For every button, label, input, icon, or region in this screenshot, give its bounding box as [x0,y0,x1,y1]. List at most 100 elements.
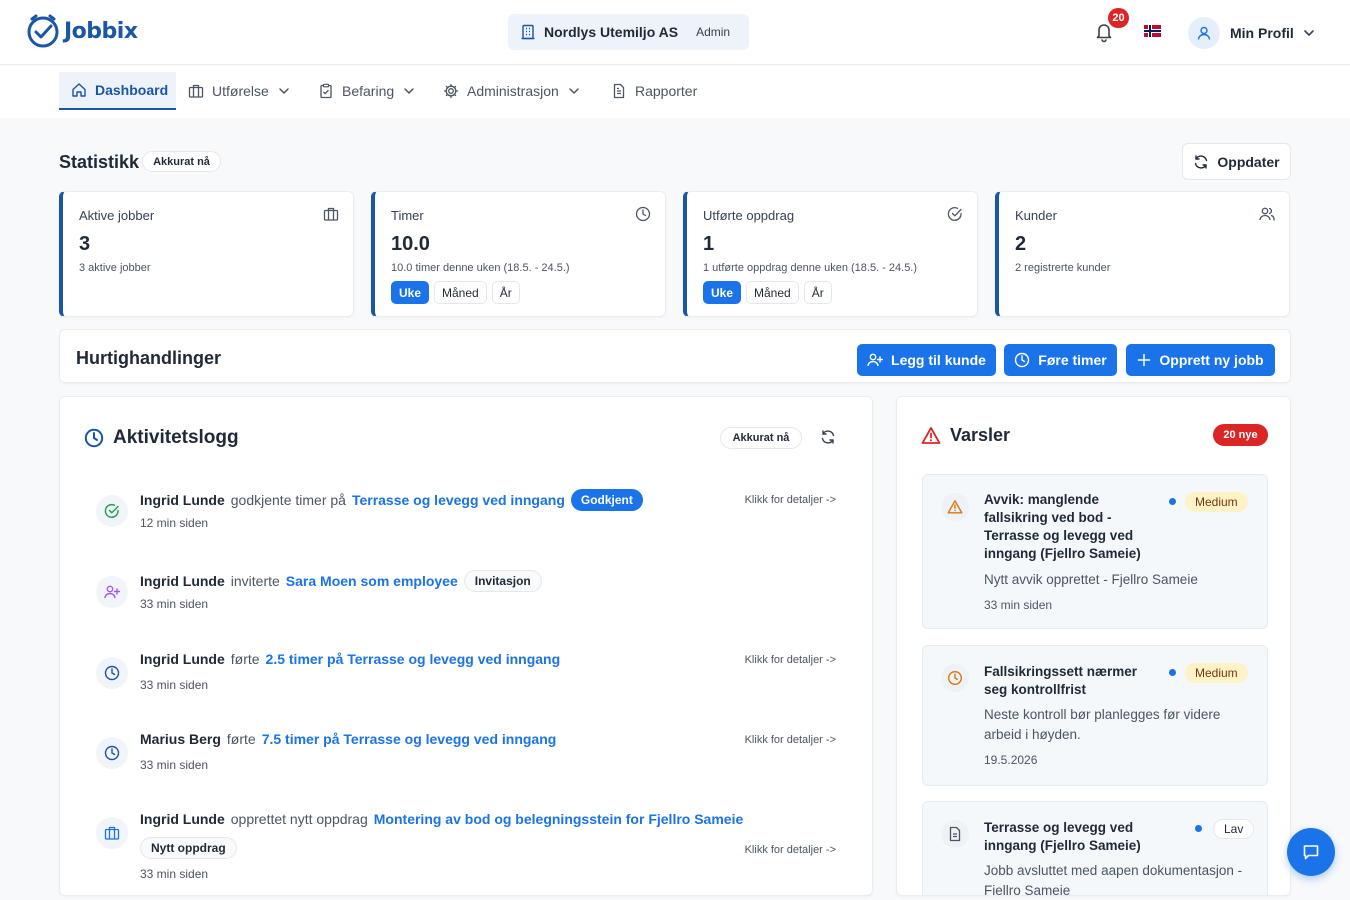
period-year-button[interactable]: År [491,281,520,304]
add-customer-button[interactable]: Legg til kunde [857,344,996,376]
activity-text: Ingrid Lunde opprettet nytt oppdrag Mont… [140,811,743,827]
tab-administrasjon[interactable]: Administrasjon [443,72,581,110]
clipboard-icon [318,83,334,99]
warning-icon [941,493,969,521]
alert-time: 33 min siden [984,598,1053,612]
details-link[interactable]: Klikk for detaljer -> [745,654,836,666]
refresh-button[interactable]: Oppdater [1182,143,1291,180]
stat-label: Timer [391,208,424,223]
activity-link[interactable]: 7.5 timer på Terrasse og levegg ved inng… [262,731,557,747]
refresh-icon[interactable] [820,429,836,445]
period-month-button[interactable]: Måned [746,281,799,304]
refresh-label: Oppdater [1217,153,1280,170]
user-plus-icon [867,352,884,368]
alert-item[interactable]: Fallsikringssett nærmer seg kontrollfris… [922,645,1268,786]
new-job-button[interactable]: Opprett ny jobb [1126,344,1275,376]
briefcase-icon [323,206,339,222]
chevron-down-icon [277,84,291,98]
period-year-button[interactable]: År [803,281,832,304]
new-alerts-badge: 20 nye [1213,424,1268,446]
activity-row[interactable]: Ingrid Lunde inviterte Sara Moen som emp… [96,570,836,626]
activity-row[interactable]: Ingrid Lunde opprettet nytt oppdrag Mont… [96,811,836,887]
activity-text: Marius Berg førte 7.5 timer på Terrasse … [140,731,556,747]
details-link[interactable]: Klikk for detaljer -> [745,734,836,746]
user-plus-icon [96,576,128,608]
activity-row[interactable]: Ingrid Lunde førte 2.5 timer på Terrasse… [96,651,836,707]
stat-card-customers[interactable]: Kunder 2 2 registrerte kunder [995,191,1290,317]
activity-link[interactable]: Sara Moen som employee [286,573,458,589]
title-text: Aktivitetslogg [113,427,239,448]
top-bar: Jobbix Nordlys Utemiljo AS Admin 20 Min … [0,0,1350,65]
alert-description: Jobb avsluttet med aapen dokumentasjon -… [984,863,1243,896]
norway-flag-icon[interactable] [1144,25,1161,37]
document-icon [611,83,627,99]
period-month-button[interactable]: Måned [434,281,487,304]
activity-action: inviterte [230,573,280,589]
tab-befaring[interactable]: Befaring [318,72,416,110]
severity-badge: Medium [1185,492,1248,512]
stat-subtext: 1 utførte oppdrag denne uken (18.5. - 24… [703,262,918,274]
period-week-button[interactable]: Uke [391,281,430,304]
chevron-down-icon [1302,26,1316,40]
stat-label: Kunder [1015,208,1057,223]
clock-icon [1014,352,1030,368]
quick-actions-panel: Hurtighandlinger Legg til kunde Føre tim… [59,329,1291,383]
activity-row[interactable]: Marius Berg førte 7.5 timer på Terrasse … [96,731,836,787]
alerts-panel: Varsler 20 nye Avvik: manglende fallsikr… [896,396,1291,896]
alert-description: Neste kontroll bør planlegges før videre… [984,707,1221,742]
users-icon [1259,206,1275,222]
activity-time: 33 min siden [140,678,209,692]
stat-value: 10.0 [391,233,430,255]
stat-card-active-jobs[interactable]: Aktive jobber 3 3 aktive jobber [59,191,354,317]
period-week-button[interactable]: Uke [703,281,742,304]
log-hours-button[interactable]: Føre timer [1004,344,1117,376]
stat-card-completed[interactable]: Utførte oppdrag 1 1 utførte oppdrag denn… [683,191,978,317]
tab-dashboard[interactable]: Dashboard [59,72,176,110]
jobbix-logo[interactable]: Jobbix [26,14,138,48]
warning-icon [921,426,941,446]
activity-action: førte [230,651,260,667]
unread-dot [1169,498,1176,505]
activity-user: Ingrid Lunde [140,492,225,508]
tab-utforelse[interactable]: Utførelse [188,72,291,110]
quick-actions-title: Hurtighandlinger [76,348,221,368]
stat-subtext: 2 registrerte kunder [1015,262,1111,274]
alert-item[interactable]: Terrasse og levegg ved inngang (Fjellro … [922,801,1268,896]
activity-time: 12 min siden [140,516,209,530]
avatar [1188,17,1220,49]
tab-label: Utførelse [212,83,269,99]
company-name: Nordlys Utemiljo AS [544,24,679,40]
details-link[interactable]: Klikk for detaljer -> [745,844,836,856]
stat-value: 2 [1015,233,1027,255]
activity-link[interactable]: 2.5 timer på Terrasse og levegg ved inng… [266,651,561,667]
details-link[interactable]: Klikk for detaljer -> [745,494,836,506]
check-circle-icon [96,495,128,527]
plus-icon [1137,353,1151,367]
activity-user: Ingrid Lunde [140,651,225,667]
chat-button[interactable] [1287,828,1335,876]
activity-action: førte [226,731,256,747]
stat-label: Utførte oppdrag [703,208,795,223]
alert-item[interactable]: Avvik: manglende fallsikring ved bod - T… [922,474,1268,629]
profile-menu[interactable]: Min Profil [1188,17,1316,49]
unread-dot [1195,825,1202,832]
status-badge: Godkjent [570,489,643,511]
activity-time: 33 min siden [140,758,209,772]
activity-link[interactable]: Montering av bod og belegningsstein for … [374,811,744,827]
building-icon [520,24,536,40]
statistics-title: Statistikk [59,152,140,172]
clock-check-icon [26,14,60,48]
tab-rapporter[interactable]: Rapporter [611,72,697,110]
check-circle-icon [947,206,963,222]
activity-time: 33 min siden [140,597,209,611]
status-badge: Invitasjon [463,570,542,592]
activity-link[interactable]: Terrasse og levegg ved inngang [352,492,565,508]
stat-card-hours[interactable]: Timer 10.0 10.0 timer denne uken (18.5. … [371,191,666,317]
company-switcher[interactable]: Nordlys Utemiljo AS Admin [508,14,749,50]
home-icon [71,82,87,98]
activity-log-title: Aktivitetslogg [84,427,239,449]
chevron-down-icon [402,84,416,98]
updated-badge: Akkurat nå [720,427,802,449]
activity-row[interactable]: Ingrid Lunde godkjente timer på Terrasse… [96,489,836,545]
alert-title: Terrasse og levegg ved inngang (Fjellro … [984,820,1141,853]
